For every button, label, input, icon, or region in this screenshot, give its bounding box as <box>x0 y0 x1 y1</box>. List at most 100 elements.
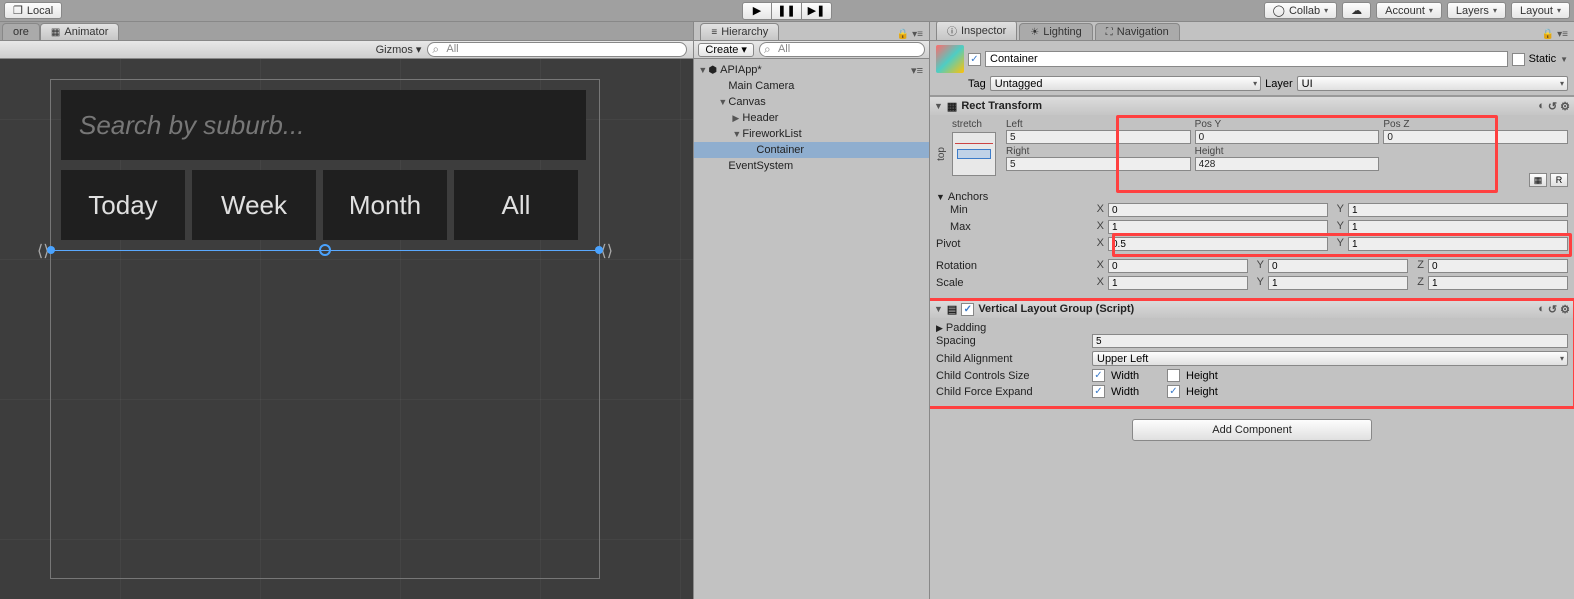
gear-icon[interactable]: ⚙ <box>1560 100 1570 113</box>
cfe-width-checkbox[interactable] <box>1092 385 1105 398</box>
tool-local-button[interactable]: ❐ Local <box>4 2 62 19</box>
local-label: Local <box>27 5 53 17</box>
panel-menu-icon[interactable]: 🔒 ▾≡ <box>897 29 929 40</box>
collab-button[interactable]: ◯Collab▾ <box>1264 2 1338 19</box>
rot-x-input[interactable] <box>1108 259 1248 273</box>
gear-icon[interactable]: ⚙ <box>1560 303 1570 316</box>
cfe-width-label: Width <box>1111 386 1161 398</box>
rot-z-input[interactable] <box>1428 259 1568 273</box>
static-dropdown[interactable]: ▼ <box>1560 55 1568 64</box>
mock-search-field: Search by suburb... <box>61 90 586 160</box>
left-input[interactable] <box>1006 130 1191 144</box>
layers-button[interactable]: Layers▾ <box>1447 2 1506 19</box>
cfe-height-checkbox[interactable] <box>1167 385 1180 398</box>
anchor-preset-button[interactable]: stretch top <box>936 119 998 187</box>
tab-hierarchy[interactable]: ≡Hierarchy <box>700 23 779 40</box>
anchors-foldout[interactable]: ▼Anchors <box>936 191 1568 203</box>
tree-eventsystem[interactable]: EventSystem <box>694 158 929 174</box>
scene-search-input[interactable]: All <box>427 42 687 57</box>
pivot-y-input[interactable] <box>1348 237 1568 251</box>
tab-navigation[interactable]: ⛶Navigation <box>1095 23 1180 40</box>
rect-transform-title: Rect Transform <box>961 100 1042 112</box>
step-button[interactable]: ▶❚ <box>802 2 832 20</box>
pause-button[interactable]: ❚❚ <box>772 2 802 20</box>
tree-container[interactable]: Container <box>694 142 929 158</box>
ccs-width-checkbox[interactable] <box>1092 369 1105 382</box>
scale-z-input[interactable] <box>1428 276 1568 290</box>
ccs-height-checkbox[interactable] <box>1167 369 1180 382</box>
tab-animator[interactable]: ▦Animator <box>40 23 119 40</box>
tag-dropdown[interactable]: Untagged <box>990 76 1261 91</box>
max-label: Max <box>936 221 1086 233</box>
spacing-input[interactable] <box>1092 334 1568 348</box>
vlg-component: ▼▤ Vertical Layout Group (Script) ◐↺⚙ ▶P… <box>930 299 1574 407</box>
tag-value: Untagged <box>995 78 1043 90</box>
gameobject-icon <box>936 45 964 73</box>
rect-icon: ▦ <box>947 100 957 113</box>
static-checkbox[interactable] <box>1512 53 1525 66</box>
cloud-button[interactable]: ☁ <box>1342 2 1371 19</box>
right-label: Right <box>1006 146 1191 157</box>
vlg-enabled-checkbox[interactable] <box>961 303 974 316</box>
tree-fireworklist[interactable]: ▼FireworkList <box>694 126 929 142</box>
min-x-input[interactable] <box>1108 203 1328 217</box>
account-button[interactable]: Account▾ <box>1376 2 1442 19</box>
max-y-input[interactable] <box>1348 220 1568 234</box>
tree-root[interactable]: ▼⬢APIApp*▾≡ <box>694 62 929 78</box>
pivot-x-input[interactable] <box>1108 237 1328 251</box>
play-button[interactable]: ▶ <box>742 2 772 20</box>
pivot-label: Pivot <box>936 238 1086 250</box>
max-x-input[interactable] <box>1108 220 1328 234</box>
min-y-input[interactable] <box>1348 203 1568 217</box>
vlg-title: Vertical Layout Group (Script) <box>978 303 1134 315</box>
handle-right[interactable] <box>595 246 603 254</box>
tab-ore[interactable]: ore <box>2 23 40 40</box>
tree-header[interactable]: ▶Header <box>694 110 929 126</box>
top-toolbar: ❐ Local ▶ ❚❚ ▶❚ ◯Collab▾ ☁ Account▾ Laye… <box>0 0 1574 22</box>
vlg-header[interactable]: ▼▤ Vertical Layout Group (Script) ◐↺⚙ <box>930 300 1574 318</box>
handle-left[interactable] <box>47 246 55 254</box>
posz-label: Pos Z <box>1383 119 1568 130</box>
inspector-menu-icon[interactable]: 🔒 ▾≡ <box>1542 29 1574 40</box>
cube-icon: ❐ <box>13 4 23 17</box>
scale-x-input[interactable] <box>1108 276 1248 290</box>
unity-icon: ⬢ <box>708 65 717 76</box>
ccs-label: Child Controls Size <box>936 370 1086 382</box>
pivot-handle[interactable] <box>319 244 331 256</box>
playback-controls: ▶ ❚❚ ▶❚ <box>742 2 832 20</box>
account-label: Account <box>1385 5 1425 17</box>
scene-viewport[interactable]: Search by suburb... Today Week Month All… <box>0 59 693 599</box>
tree-canvas[interactable]: ▼Canvas <box>694 94 929 110</box>
layer-dropdown[interactable]: UI <box>1297 76 1568 91</box>
raw-button[interactable]: R <box>1550 173 1568 187</box>
revert-icon[interactable]: ↺ <box>1548 303 1557 316</box>
rot-y-input[interactable] <box>1268 259 1408 273</box>
add-component-button[interactable]: Add Component <box>1132 419 1372 441</box>
rect-transform-header[interactable]: ▼▦ Rect Transform ◐↺⚙ <box>930 97 1574 115</box>
gameobject-name-input[interactable] <box>985 51 1508 67</box>
padding-foldout[interactable]: ▶Padding <box>936 322 1568 334</box>
revert-icon[interactable]: ↺ <box>1548 100 1557 113</box>
child-align-dropdown[interactable]: Upper Left <box>1092 351 1568 366</box>
active-checkbox[interactable] <box>968 53 981 66</box>
posz-input[interactable] <box>1383 130 1568 144</box>
help-icon[interactable]: ◐ <box>1538 303 1545 316</box>
posy-input[interactable] <box>1195 130 1380 144</box>
hierarchy-search-input[interactable]: All <box>759 42 925 57</box>
mock-btn-all: All <box>454 170 578 240</box>
stretch-label: stretch <box>936 119 998 130</box>
tab-inspector[interactable]: ⓘInspector <box>936 20 1017 40</box>
blueprint-button[interactable]: ▦ <box>1529 173 1547 187</box>
child-align-value: Upper Left <box>1097 353 1148 365</box>
layout-button[interactable]: Layout▾ <box>1511 2 1570 19</box>
gizmos-toggle[interactable]: Gizmos ▾ <box>376 43 422 56</box>
height-input[interactable] <box>1195 157 1380 171</box>
hierarchy-tab-label: Hierarchy <box>721 26 768 38</box>
tab-lighting[interactable]: ☀Lighting <box>1019 23 1093 40</box>
scene-menu-icon[interactable]: ▾≡ <box>911 64 929 77</box>
tree-main-camera[interactable]: Main Camera <box>694 78 929 94</box>
create-button[interactable]: Create▾ <box>698 43 754 57</box>
help-icon[interactable]: ◐ <box>1538 100 1545 113</box>
right-input[interactable] <box>1006 157 1191 171</box>
scale-y-input[interactable] <box>1268 276 1408 290</box>
